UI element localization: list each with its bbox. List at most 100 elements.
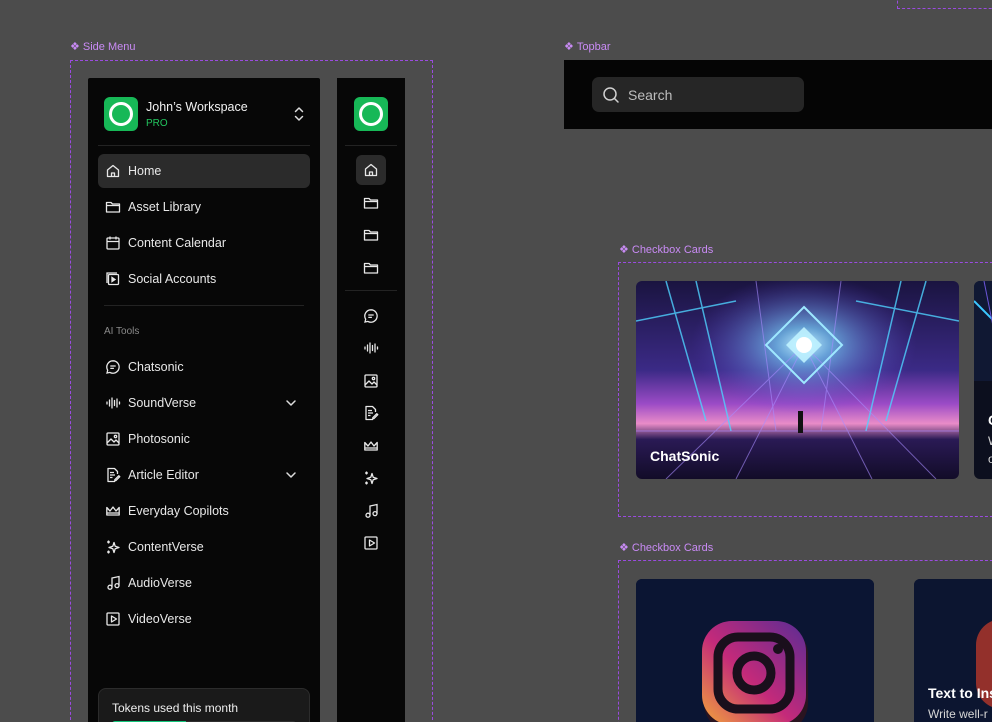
rail-item-everyday-copilots[interactable] [356,431,386,461]
search-input[interactable] [628,86,788,103]
rail-item-audioverse[interactable] [356,496,386,526]
document-edit-icon [365,405,379,421]
crown-icon [106,506,120,516]
divider [98,145,310,146]
checkbox-card-text-to-instagram[interactable]: Text to Ins Write well-r [914,579,992,722]
search-box[interactable] [592,77,804,112]
nav-item-label: Home [128,164,162,178]
folder-icon [363,229,379,241]
tokens-usage-card: Tokens used this month [98,688,310,722]
card-subtitle: o [988,452,992,466]
rail-item-videoverse[interactable] [356,528,386,558]
nav-item-label: Chatsonic [128,360,184,374]
nav-item-everyday-copilots[interactable]: Everyday Copilots [98,494,310,528]
document-edit-icon [107,467,121,483]
frame-label-text: Checkbox Cards [631,541,714,554]
rail-item-soundverse[interactable] [356,333,386,363]
topbar [564,60,992,129]
checkbox-card[interactable]: C W o [974,281,992,479]
component-icon: ❖ [619,542,629,554]
sparkles-icon [365,471,378,485]
folder-icon [363,262,379,274]
nav-item-soundverse[interactable]: SoundVerse [98,386,310,420]
social-accounts-icon [106,272,120,286]
nav-item-asset-library[interactable]: Asset Library [98,190,310,224]
nav-item-audioverse[interactable]: AudioVerse [98,566,310,600]
workspace-switcher[interactable]: John’s Workspace PRO [104,97,306,131]
nav-item-label: Content Calendar [128,236,226,250]
nav-item-home[interactable]: Home [98,154,310,188]
chevron-up-down-icon[interactable] [292,104,306,124]
audio-waveform-icon [106,397,121,409]
nav-item-label: Article Editor [128,468,199,482]
side-menu: John’s Workspace PRO Home Asset Library … [88,78,320,722]
folder-icon [363,197,379,209]
rail-item-asset-library[interactable] [356,188,386,218]
nav-item-label: Everyday Copilots [128,504,229,518]
rail-item-home[interactable] [356,155,386,185]
workspace-plan-badge: PRO [146,117,168,129]
image-icon [106,432,120,446]
divider [345,290,397,291]
rail-item-chatsonic[interactable] [356,301,386,331]
rail-item-contentverse[interactable] [356,463,386,493]
nav-item-contentverse[interactable]: ContentVerse [98,530,310,564]
tokens-label: Tokens used this month [112,701,239,715]
frame-label-text: Checkbox Cards [631,243,714,256]
calendar-icon [106,236,120,250]
checkbox-card-chatsonic[interactable]: ChatSonic [636,281,959,479]
nav-item-photosonic[interactable]: Photosonic [98,422,310,456]
search-icon [603,86,619,103]
music-note-icon [107,575,120,590]
nav-item-article-editor[interactable]: Article Editor [98,458,310,492]
divider [345,145,397,146]
workspace-logo[interactable] [354,97,388,131]
nav-item-social-accounts[interactable]: Social Accounts [98,262,310,296]
card-title: C [988,412,992,428]
nav-item-label: Asset Library [128,200,201,214]
nav-item-label: ContentVerse [128,540,204,554]
component-icon: ❖ [70,41,80,53]
sparkles-icon [107,540,120,554]
frame-label-text: Side Menu [82,40,136,53]
nav-item-label: SoundVerse [128,396,197,410]
rail-item-article-editor[interactable] [356,398,386,428]
side-menu-frame-label: ❖ Side Menu [70,40,136,54]
nav-item-videoverse[interactable]: VideoVerse [98,602,310,636]
card-title: ChatSonic [650,448,720,464]
rail-item-social-accounts[interactable] [356,253,386,283]
chevron-down-icon[interactable] [284,396,298,410]
card-subtitle: Write well-r [928,707,988,721]
nav-item-label: Social Accounts [128,272,217,286]
folder-icon [105,201,121,213]
nav-item-content-calendar[interactable]: Content Calendar [98,226,310,260]
chat-bubble-icon [106,360,120,374]
nav-item-chatsonic[interactable]: Chatsonic [98,350,310,384]
home-icon [106,164,120,178]
nav-item-label: VideoVerse [128,612,192,626]
rail-item-photosonic[interactable] [356,366,386,396]
checkbox-card-instagram[interactable] [636,579,874,722]
offscreen-frame [897,0,992,9]
card-title: Text to Ins [928,685,992,701]
checkbox-cards-frame-label: ❖ Checkbox Cards [619,541,714,555]
chevron-down-icon[interactable] [284,468,298,482]
audio-waveform-icon [364,342,379,354]
card-subtitle: W [988,434,992,448]
workspace-logo [104,97,138,131]
rail-item-content-calendar[interactable] [356,220,386,250]
card-cover-image [974,281,992,381]
component-icon: ❖ [619,244,629,256]
crown-icon [364,441,378,451]
topbar-frame-label: ❖ Topbar [564,40,611,54]
video-play-icon [364,536,378,550]
section-heading: AI Tools [104,326,140,337]
nav-item-label: Photosonic [128,432,190,446]
checkbox-cards-frame-label: ❖ Checkbox Cards [619,243,714,257]
home-icon [364,163,378,177]
chat-bubble-icon [364,309,378,323]
nav-item-label: AudioVerse [128,576,192,590]
video-play-icon [106,612,120,626]
instagram-icon [636,579,874,722]
image-icon [364,374,378,388]
